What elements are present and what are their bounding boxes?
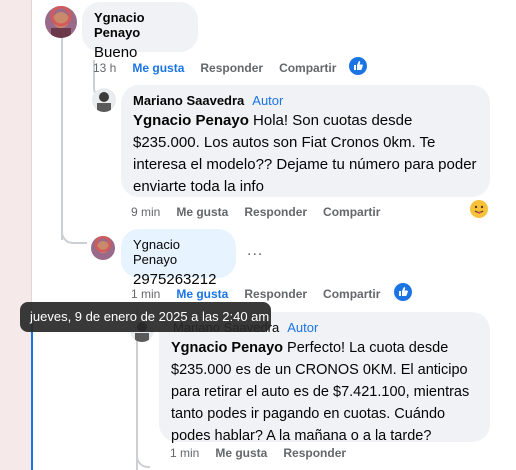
like-button[interactable]: Me gusta — [215, 446, 267, 460]
like-button[interactable]: Me gusta — [132, 61, 184, 75]
mention-link[interactable]: Ygnacio Penayo — [171, 340, 283, 356]
like-button[interactable]: Me gusta — [176, 287, 228, 301]
comment-author[interactable]: Mariano Saavedra — [133, 93, 244, 108]
avatar[interactable] — [45, 6, 77, 38]
share-button[interactable]: Compartir — [279, 61, 336, 75]
like-reaction-icon[interactable] — [394, 283, 412, 301]
active-thread-indicator — [31, 323, 33, 470]
avatar[interactable] — [91, 236, 115, 260]
like-button[interactable]: Me gusta — [176, 205, 228, 219]
comment-bubble-highlighted: Ygnacio Penayo 2975263212 — [121, 229, 236, 288]
comment-time[interactable]: 13 h — [93, 61, 116, 75]
author-badge: Autor — [252, 93, 284, 108]
comment-text: Ygnacio Penayo Perfecto! La cuota desde … — [171, 337, 478, 447]
thread-curve-reply-3 — [136, 448, 150, 468]
like-reaction-icon[interactable] — [349, 57, 367, 75]
comment-actions: 1 min Me gusta Responder Compartir — [131, 287, 380, 301]
comment-bubble: Ygnacio Penayo Bueno — [82, 2, 198, 61]
timestamp-tooltip: jueves, 9 de enero de 2025 a las 2:40 am — [20, 302, 271, 332]
comment-bubble: Mariano Saavedra Autor Ygnacio Penayo Ho… — [121, 85, 490, 197]
share-button[interactable]: Compartir — [323, 205, 380, 219]
thread-line-main — [61, 36, 63, 240]
tongue-face-reaction-icon[interactable] — [470, 200, 488, 218]
share-button[interactable]: Compartir — [323, 287, 380, 301]
comment-time[interactable]: 9 min — [131, 205, 160, 219]
comment-author[interactable]: Ygnacio Penayo — [94, 10, 186, 40]
reply-button[interactable]: Responder — [244, 287, 307, 301]
comment-actions: 13 h Me gusta Responder Compartir — [93, 61, 336, 75]
reply-button[interactable]: Responder — [283, 446, 346, 460]
comment-text: Ygnacio Penayo Hola! Son cuotas desde $2… — [133, 110, 478, 198]
avatar[interactable] — [92, 88, 116, 112]
author-badge: Autor — [287, 320, 319, 335]
comment-author[interactable]: Ygnacio Penayo — [133, 237, 224, 267]
comment-author-row: Mariano Saavedra Autor — [133, 93, 478, 108]
thread-curve-reply-2 — [61, 226, 87, 244]
comment-actions: 1 min Me gusta Responder — [170, 446, 346, 460]
left-panel-strip — [0, 0, 32, 470]
mention-link[interactable]: Ygnacio Penayo — [133, 112, 249, 129]
comment-actions: 9 min Me gusta Responder Compartir — [131, 205, 380, 219]
comment-time[interactable]: 1 min — [170, 446, 199, 460]
reply-button[interactable]: Responder — [200, 61, 263, 75]
more-options-icon[interactable]: ... — [247, 242, 263, 260]
reply-button[interactable]: Responder — [244, 205, 307, 219]
comment-time[interactable]: 1 min — [131, 287, 160, 301]
